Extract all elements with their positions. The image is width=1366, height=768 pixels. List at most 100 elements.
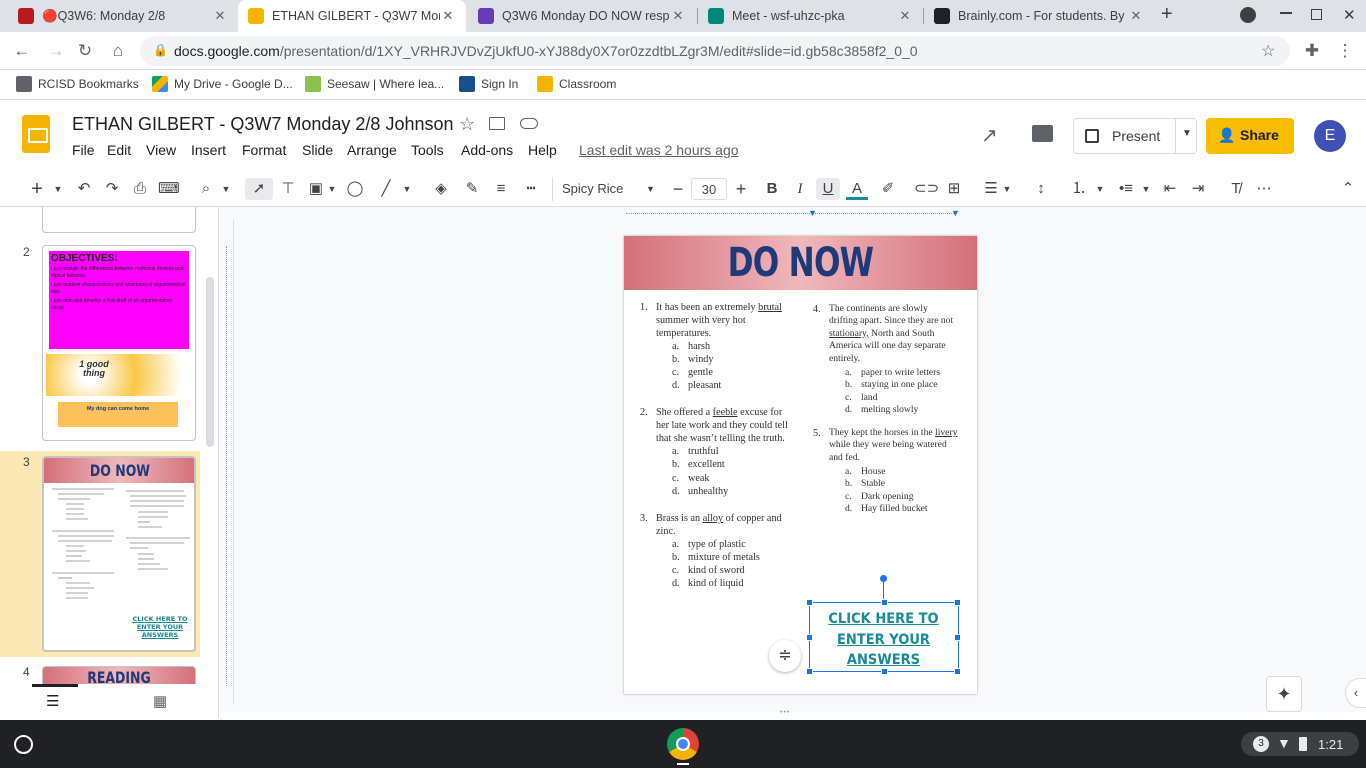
launcher-icon[interactable] <box>14 735 33 754</box>
menu-addons[interactable]: Add-ons <box>461 142 513 158</box>
menu-arrange[interactable]: Arrange <box>347 142 397 158</box>
bookmark-seesaw[interactable]: Seesaw | Where lea... <box>305 76 444 92</box>
chevron-down-icon[interactable]: ▼ <box>326 178 338 200</box>
close-window-icon[interactable]: ✕ <box>1343 6 1356 24</box>
filmstrip-view-icon[interactable]: ☰ <box>46 692 59 710</box>
shape-icon[interactable]: ◯ <box>344 178 366 200</box>
close-icon[interactable]: ✕ <box>897 8 913 24</box>
resize-handle[interactable] <box>954 668 961 675</box>
menu-edit[interactable]: Edit <box>107 142 131 158</box>
address-bar[interactable]: 🔒 docs.google.com/presentation/d/1XY_VRH… <box>140 36 1290 66</box>
activity-icon[interactable]: ↗ <box>981 123 998 148</box>
resize-handle[interactable] <box>881 668 888 675</box>
resize-handle[interactable] <box>806 599 813 606</box>
close-icon[interactable]: ✕ <box>440 8 456 24</box>
select-icon[interactable]: ➚ <box>245 178 273 200</box>
chevron-down-icon[interactable]: ▼ <box>401 178 413 200</box>
status-area[interactable]: 3 ▼ 1:21 <box>1241 732 1359 756</box>
move-folder-icon[interactable] <box>489 117 505 130</box>
close-icon[interactable]: ✕ <box>1128 8 1144 24</box>
tab-q3w6[interactable]: 🔴Q3W6: Monday 2/8 ✕ <box>8 0 238 32</box>
font-size-input[interactable]: 30 <box>691 178 727 200</box>
new-tab-button[interactable]: + <box>1161 3 1173 26</box>
grid-view-icon[interactable]: ▦ <box>153 692 167 710</box>
clear-formatting-icon[interactable]: T̸ <box>1225 178 1247 200</box>
extensions-icon[interactable]: ✚ <box>1301 40 1323 62</box>
reload-icon[interactable]: ↻ <box>74 40 96 62</box>
line-icon[interactable]: ╱ <box>375 178 397 200</box>
vertical-ruler[interactable] <box>220 220 234 704</box>
paint-format-icon[interactable]: ⌨ <box>158 178 180 200</box>
text-fitting-options-icon[interactable]: ≑ <box>769 640 801 672</box>
home-icon[interactable]: ⌂ <box>107 40 129 62</box>
align-icon[interactable]: ☰ <box>980 178 1002 200</box>
horizontal-ruler[interactable]: ▼ ▼ <box>234 207 1366 220</box>
star-icon[interactable]: ☆ <box>459 114 475 135</box>
close-icon[interactable]: ✕ <box>670 8 686 24</box>
link-icon[interactable]: ⊂⊃ <box>914 178 939 200</box>
slide-thumbnail-3[interactable]: DO NOW CLICK HERE TO ENTER YOUR ANSWERS <box>42 456 196 652</box>
image-icon[interactable]: ▣ <box>305 178 327 200</box>
new-slide-icon[interactable]: + <box>28 178 46 200</box>
url-text[interactable]: docs.google.com/presentation/d/1XY_VRHRJ… <box>174 43 918 59</box>
slide-thumbnail-1[interactable] <box>42 207 196 233</box>
border-weight-icon[interactable]: ≡ <box>490 178 512 200</box>
right-indent-marker-icon[interactable]: ▼ <box>951 208 960 218</box>
forward-icon[interactable]: → <box>45 40 67 62</box>
resize-handle[interactable] <box>806 668 813 675</box>
bookmark-drive[interactable]: My Drive - Google D... <box>152 76 293 92</box>
decrease-indent-icon[interactable]: ⇤ <box>1159 178 1181 200</box>
border-color-icon[interactable]: ✎ <box>461 178 483 200</box>
filmstrip-scrollbar[interactable] <box>206 277 214 447</box>
resize-handle[interactable] <box>954 634 961 641</box>
undo-icon[interactable]: ↶ <box>74 178 94 200</box>
tab-slides[interactable]: ETHAN GILBERT - Q3W7 Monday ✕ <box>238 0 466 32</box>
menu-help[interactable]: Help <box>528 142 557 158</box>
text-color-icon[interactable]: A <box>846 178 868 200</box>
slide-3[interactable]: DO NOW 1. It has been an extremely bruta… <box>624 236 977 694</box>
menu-view[interactable]: View <box>146 142 176 158</box>
last-edit-link[interactable]: Last edit was 2 hours ago <box>579 142 739 158</box>
add-comment-icon[interactable]: ⊞ <box>943 178 965 200</box>
slide-thumbnail-4[interactable]: READING <box>42 666 196 684</box>
maximize-icon[interactable] <box>1311 9 1322 20</box>
numbered-list-icon[interactable]: ⒈ <box>1068 178 1090 200</box>
answer-link[interactable]: CLICK HERE TO ENTER YOUR ANSWERS <box>817 609 949 671</box>
fill-color-icon[interactable]: ◈ <box>430 178 452 200</box>
resize-handle[interactable] <box>954 599 961 606</box>
print-icon[interactable]: ⎙ <box>130 178 150 200</box>
tab-meet[interactable]: Meet - wsf-uhzc-pka ✕ <box>698 0 923 32</box>
tab-forms-responses[interactable]: Q3W6 Monday DO NOW respo ✕ <box>468 0 696 32</box>
italic-icon[interactable]: I <box>790 178 810 200</box>
font-selector[interactable]: Spicy Rice ▼ <box>562 178 658 200</box>
share-button[interactable]: 👤 Share <box>1206 118 1294 154</box>
chevron-down-icon[interactable]: ▼ <box>52 178 64 200</box>
bookmark-classroom[interactable]: Classroom <box>537 76 616 92</box>
comments-icon[interactable] <box>1032 125 1053 142</box>
chevron-down-icon[interactable]: ▼ <box>1001 178 1013 200</box>
bulleted-list-icon[interactable]: •≡ <box>1115 178 1137 200</box>
chevron-down-icon[interactable]: ▼ <box>1182 128 1192 139</box>
menu-tools[interactable]: Tools <box>411 142 444 158</box>
menu-format[interactable]: Format <box>242 142 286 158</box>
text-box-icon[interactable]: ⊤ <box>277 178 299 200</box>
redo-icon[interactable]: ↷ <box>102 178 122 200</box>
menu-file[interactable]: File <box>72 142 95 158</box>
increase-font-size-icon[interactable]: + <box>731 178 751 200</box>
bookmark-signin[interactable]: Sign In <box>459 76 518 92</box>
present-button[interactable]: Present ▼ <box>1073 118 1197 154</box>
underline-icon[interactable]: U <box>816 178 840 200</box>
answer-link-textbox[interactable]: CLICK HERE TO ENTER YOUR ANSWERS <box>806 599 961 675</box>
speaker-notes-drag-handle[interactable]: ••• <box>780 709 804 716</box>
explore-icon[interactable]: ✦ <box>1266 676 1302 712</box>
resize-handle[interactable] <box>806 634 813 641</box>
resize-handle[interactable] <box>881 599 888 606</box>
chrome-icon[interactable] <box>667 728 699 760</box>
highlight-icon[interactable]: ✐ <box>877 178 899 200</box>
line-spacing-icon[interactable]: ↕ <box>1030 178 1052 200</box>
collapse-toolbar-icon[interactable]: ⌃ <box>1337 178 1359 200</box>
chevron-down-icon[interactable]: ▼ <box>646 178 655 200</box>
menu-icon[interactable]: ⋮ <box>1334 40 1356 62</box>
lock-icon[interactable]: 🔒 <box>153 43 168 57</box>
document-title[interactable]: ETHAN GILBERT - Q3W7 Monday 2/8 Johnson <box>72 114 454 135</box>
